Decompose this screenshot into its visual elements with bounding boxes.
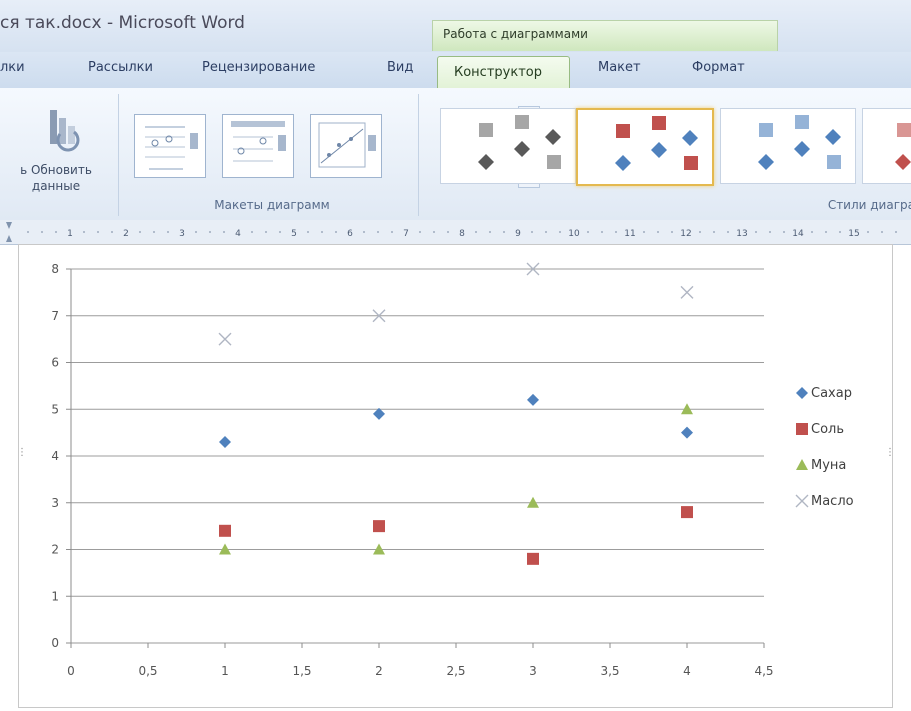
- chart-styles-group: Стили диагра: [426, 94, 911, 216]
- y-tick-label: 0: [51, 636, 59, 650]
- data-point: [681, 506, 693, 519]
- series-3: [218, 262, 694, 346]
- y-tick-label: 6: [51, 356, 59, 370]
- ruler-label: 4: [235, 229, 241, 239]
- ruler-label: 11: [624, 229, 635, 239]
- chart-style-4-icon: [895, 123, 911, 170]
- refresh-data-button[interactable]: ь Обновить данные: [0, 104, 112, 194]
- chart-layouts-group: ▲ ▼ ▾ Макеты диаграмм: [126, 94, 540, 216]
- chart-style-1[interactable]: [440, 108, 576, 184]
- y-tick-label: 3: [51, 496, 59, 510]
- legend-label: Масло: [811, 494, 854, 509]
- refresh-label-line1: ь Обновить: [20, 163, 92, 177]
- chart-layout-2-icon: [231, 121, 286, 162]
- scatter-chart: 0 1 2 3 4 5 6 7 8 0 0,5 1 1,5 2 2,5 3 3,5 4 4,5 Сахар Соль Му…: [17, 262, 895, 678]
- tab-layout[interactable]: Макет: [598, 60, 641, 75]
- x-tick-label: 1: [221, 664, 229, 678]
- data-point: [681, 426, 693, 439]
- tab-partial[interactable]: лки: [0, 60, 25, 75]
- legend-marker: [795, 494, 809, 508]
- ruler-label: 2: [123, 229, 129, 239]
- ruler-label: 10: [568, 229, 580, 239]
- resize-handle-icon: ⋮: [885, 447, 892, 458]
- legend-label: Сахар: [811, 386, 852, 401]
- ruler-label: 13: [736, 229, 747, 239]
- chart-layout-1-icon: [145, 126, 198, 170]
- data-point: [373, 520, 385, 533]
- tab-design-label: Конструктор: [454, 65, 542, 80]
- refresh-data-icon: [50, 110, 80, 152]
- ruler-scale: 1 2 3 4 5 6 7 8 9 10 11 12 13 14 15: [6, 222, 897, 242]
- legend-marker: [796, 387, 808, 399]
- y-tick-label: 4: [51, 449, 59, 463]
- resize-handle-icon: ⋮: [19, 447, 27, 458]
- series-1: [219, 506, 693, 565]
- ruler-label: 14: [792, 229, 804, 239]
- series-2: [219, 403, 693, 555]
- data-point: [219, 435, 231, 448]
- tab-design[interactable]: Конструктор: [437, 56, 570, 89]
- chart-layout-3[interactable]: [310, 114, 382, 178]
- ruler-label: 8: [459, 229, 465, 239]
- x-tick-label: 4: [683, 664, 691, 678]
- legend-marker: [796, 459, 808, 470]
- ruler-label: 5: [291, 229, 297, 239]
- chart-styles-label: Стили диагра: [827, 198, 911, 212]
- x-tick-label: 3: [529, 664, 537, 678]
- chart-area[interactable]: 0 1 2 3 4 5 6 7 8 0 0,5 1 1,5 2 2,5 3 3,5 4 4,5 Сахар Соль Му…: [17, 244, 895, 708]
- data-point: [680, 285, 694, 299]
- chart-tools-context-group: Работа с диаграммами: [432, 20, 778, 51]
- ruler-label: 3: [179, 229, 185, 239]
- refresh-label-line2: данные: [31, 179, 81, 193]
- chart-layout-3-icon: [318, 122, 376, 168]
- y-tick-label: 1: [51, 589, 59, 603]
- y-tick-label: 8: [51, 262, 59, 276]
- y-tick-label: 5: [51, 402, 59, 416]
- x-tick-label: 4,5: [754, 664, 773, 678]
- chart-style-3[interactable]: [720, 108, 856, 184]
- indent-marker-icon: [6, 222, 12, 242]
- x-tick-label: 3,5: [600, 664, 619, 678]
- x-tick-label: 2: [375, 664, 383, 678]
- x-tick-label: 1,5: [292, 664, 311, 678]
- tab-format[interactable]: Формат: [692, 60, 745, 75]
- context-group-label: Работа с диаграммами: [443, 27, 588, 41]
- chart-style-3-icon: [758, 115, 841, 170]
- ruler-label: 15: [848, 229, 859, 239]
- data-point: [527, 552, 539, 565]
- ruler-label: 9: [515, 229, 521, 239]
- chart-style-4[interactable]: [862, 108, 911, 184]
- chart-layouts-label: Макеты диаграмм: [214, 198, 330, 212]
- ribbon-panel: ь Обновить данные Макеты диаграмм Стили …: [0, 88, 911, 221]
- tab-view[interactable]: Вид: [387, 60, 413, 75]
- ruler-label: 1: [67, 229, 73, 239]
- data-point: [219, 524, 231, 537]
- ruler-label: 12: [680, 229, 691, 239]
- legend-label: Муна: [811, 458, 846, 473]
- x-tick-label: 0: [67, 664, 75, 678]
- legend-marker: [796, 423, 808, 435]
- legend-label: Соль: [811, 422, 844, 437]
- data-point: [527, 393, 539, 406]
- y-tick-label: 2: [51, 543, 59, 557]
- series-0: [219, 393, 693, 448]
- chart-style-1-icon: [478, 115, 561, 170]
- tab-mailings[interactable]: Рассылки: [88, 60, 153, 75]
- data-group: ь Обновить данные: [0, 94, 119, 216]
- chart-style-2-icon: [615, 116, 698, 171]
- tab-review[interactable]: Рецензирование: [202, 60, 315, 75]
- y-tick-label: 7: [51, 309, 59, 323]
- horizontal-ruler[interactable]: 1 2 3 4 5 6 7 8 9 10 11 12 13 14 15: [0, 220, 911, 245]
- ruler-label: 7: [403, 229, 409, 239]
- x-tick-label: 0,5: [138, 664, 157, 678]
- chart-style-2-selected[interactable]: [576, 108, 714, 186]
- chart-layout-2[interactable]: [222, 114, 294, 178]
- window-title: ся так.docx - Microsoft Word: [0, 13, 245, 33]
- chart-layout-1[interactable]: [134, 114, 206, 178]
- ruler-label: 6: [347, 229, 353, 239]
- x-tick-label: 2,5: [446, 664, 465, 678]
- data-point: [218, 332, 232, 346]
